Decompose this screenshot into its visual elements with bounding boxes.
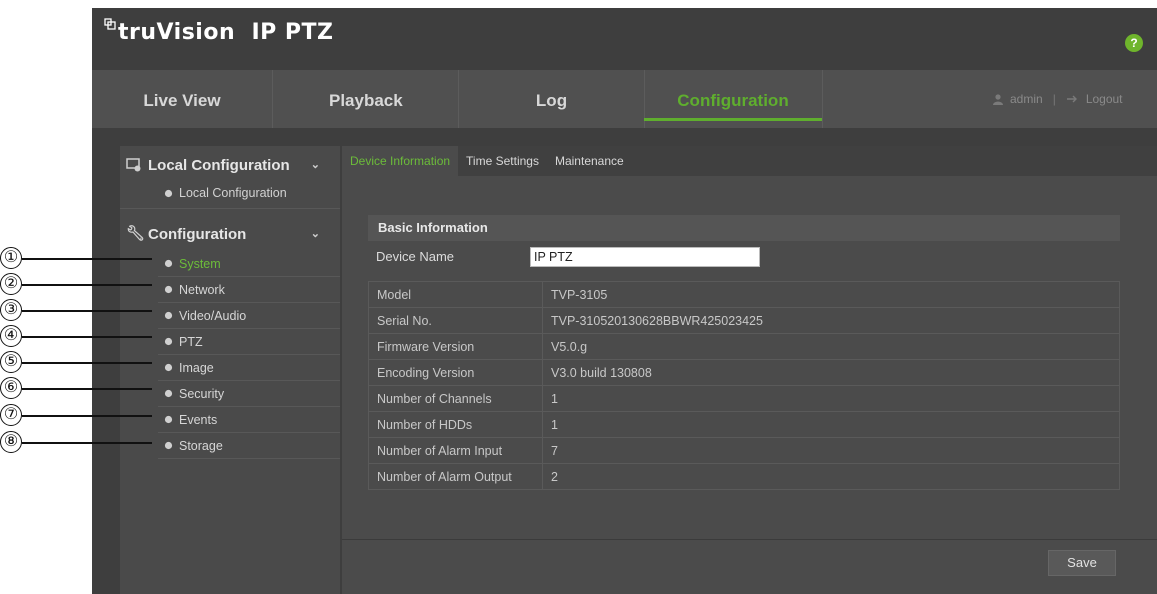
callout-line <box>22 388 152 390</box>
device-name-input[interactable] <box>530 247 760 267</box>
channels-value: 1 <box>542 385 1120 412</box>
tab-log[interactable]: Log <box>459 70 644 128</box>
alarm-output-value: 2 <box>542 463 1120 490</box>
alarm-output-label: Number of Alarm Output <box>368 463 543 490</box>
sidebar-header-configuration[interactable]: 🔧︎ Configuration ⌄ <box>120 219 340 249</box>
callout-number: ⑤ <box>0 351 22 373</box>
callout-6: ⑥ <box>0 377 190 401</box>
tab-live-view[interactable]: Live View <box>92 70 272 128</box>
callout-line <box>22 442 152 444</box>
chevron-down-icon: ⌄ <box>310 228 320 240</box>
serial-value: TVP-310520130628BBWR425023425 <box>542 307 1120 334</box>
callout-line <box>22 310 152 312</box>
callout-4: ④ <box>0 325 190 349</box>
logout-icon <box>1066 95 1077 103</box>
user-separator: | <box>1052 92 1056 106</box>
model-value: TVP-3105 <box>542 281 1120 308</box>
callout-number: ⑥ <box>0 377 22 399</box>
sidebar-header-local-configuration[interactable]: Local Configuration ⌄ <box>120 150 340 180</box>
callout-2: ② <box>0 273 190 297</box>
sidebar-header-label: Configuration <box>148 225 247 243</box>
callout-7: ⑦ <box>0 404 190 428</box>
serial-label: Serial No. <box>368 307 543 334</box>
callout-number: ② <box>0 273 22 295</box>
channels-label: Number of Channels <box>368 385 543 412</box>
device-name-label: Device Name <box>376 249 455 264</box>
callout-number: ① <box>0 247 22 269</box>
tab-device-information[interactable]: Device Information <box>342 146 459 176</box>
callout-line <box>22 415 152 417</box>
tab-maintenance[interactable]: Maintenance <box>547 146 632 176</box>
callout-line <box>22 336 152 338</box>
logout-link[interactable]: Logout <box>1086 68 1123 130</box>
table-row: Serial No. TVP-310520130628BBWR425023425 <box>368 307 1120 334</box>
app-window: truVision IP PTZ ? Live View Playback Lo… <box>92 8 1157 594</box>
subtab-bar: Device Information Time Settings Mainten… <box>342 146 632 176</box>
chevron-down-icon: ⌄ <box>310 159 320 171</box>
alarm-input-value: 7 <box>542 437 1120 464</box>
device-information-panel: Basic Information Device Name ModelTVP-3… <box>342 176 1157 594</box>
table-row: Encoding Version V3.0 build 130808 <box>368 359 1120 386</box>
user-area: admin | Logout <box>992 70 1123 128</box>
logo-mark-icon <box>104 18 116 30</box>
hdds-value: 1 <box>542 411 1120 438</box>
help-icon[interactable]: ? <box>1125 34 1143 52</box>
callout-line <box>22 258 152 260</box>
table-row: Model TVP-3105 <box>368 281 1120 308</box>
callout-number: ③ <box>0 299 22 321</box>
monitor-settings-icon <box>126 158 141 172</box>
callout-line <box>22 284 152 286</box>
model-label: Model <box>368 281 543 308</box>
sidebar-item-label: Local Configuration <box>179 186 287 200</box>
callout-number: ④ <box>0 325 22 347</box>
tab-playback[interactable]: Playback <box>273 70 458 128</box>
encoding-value: V3.0 build 130808 <box>542 359 1120 386</box>
sidebar-header-label: Local Configuration <box>148 156 290 174</box>
callout-5: ⑤ <box>0 351 190 375</box>
table-row: Firmware Version V5.0.g <box>368 333 1120 360</box>
content-area: Device Information Time Settings Mainten… <box>342 146 1157 594</box>
hdds-label: Number of HDDs <box>368 411 543 438</box>
sidebar-item-local-configuration[interactable]: Local Configuration <box>158 186 287 200</box>
firmware-label: Firmware Version <box>368 333 543 360</box>
tab-time-settings[interactable]: Time Settings <box>458 146 547 176</box>
firmware-value: V5.0.g <box>542 333 1120 360</box>
callout-8: ⑧ <box>0 431 190 455</box>
wrench-icon: 🔧︎ <box>126 225 146 242</box>
callout-number: ⑧ <box>0 431 22 453</box>
logo-text: truVision IP PTZ <box>118 20 334 45</box>
truvision-logo: truVision IP PTZ <box>104 18 334 45</box>
device-info-table: Model TVP-3105 Serial No. TVP-310520130628… <box>368 281 1120 490</box>
save-button[interactable]: Save <box>1048 550 1116 576</box>
divider <box>342 539 1157 540</box>
username[interactable]: admin <box>1010 68 1043 130</box>
callout-1: ① <box>0 247 190 271</box>
active-tab-indicator <box>644 118 822 121</box>
gear-bullet-icon <box>164 189 173 197</box>
basic-information-header: Basic Information <box>368 215 1120 241</box>
table-row: Number of Alarm Output 2 <box>368 463 1120 490</box>
callout-line <box>22 362 152 364</box>
table-row: Number of Alarm Input 7 <box>368 437 1120 464</box>
callout-3: ③ <box>0 299 190 323</box>
user-icon <box>993 94 1003 105</box>
callout-number: ⑦ <box>0 404 22 426</box>
table-row: Number of Channels 1 <box>368 385 1120 412</box>
encoding-label: Encoding Version <box>368 359 543 386</box>
alarm-input-label: Number of Alarm Input <box>368 437 543 464</box>
table-row: Number of HDDs 1 <box>368 411 1120 438</box>
